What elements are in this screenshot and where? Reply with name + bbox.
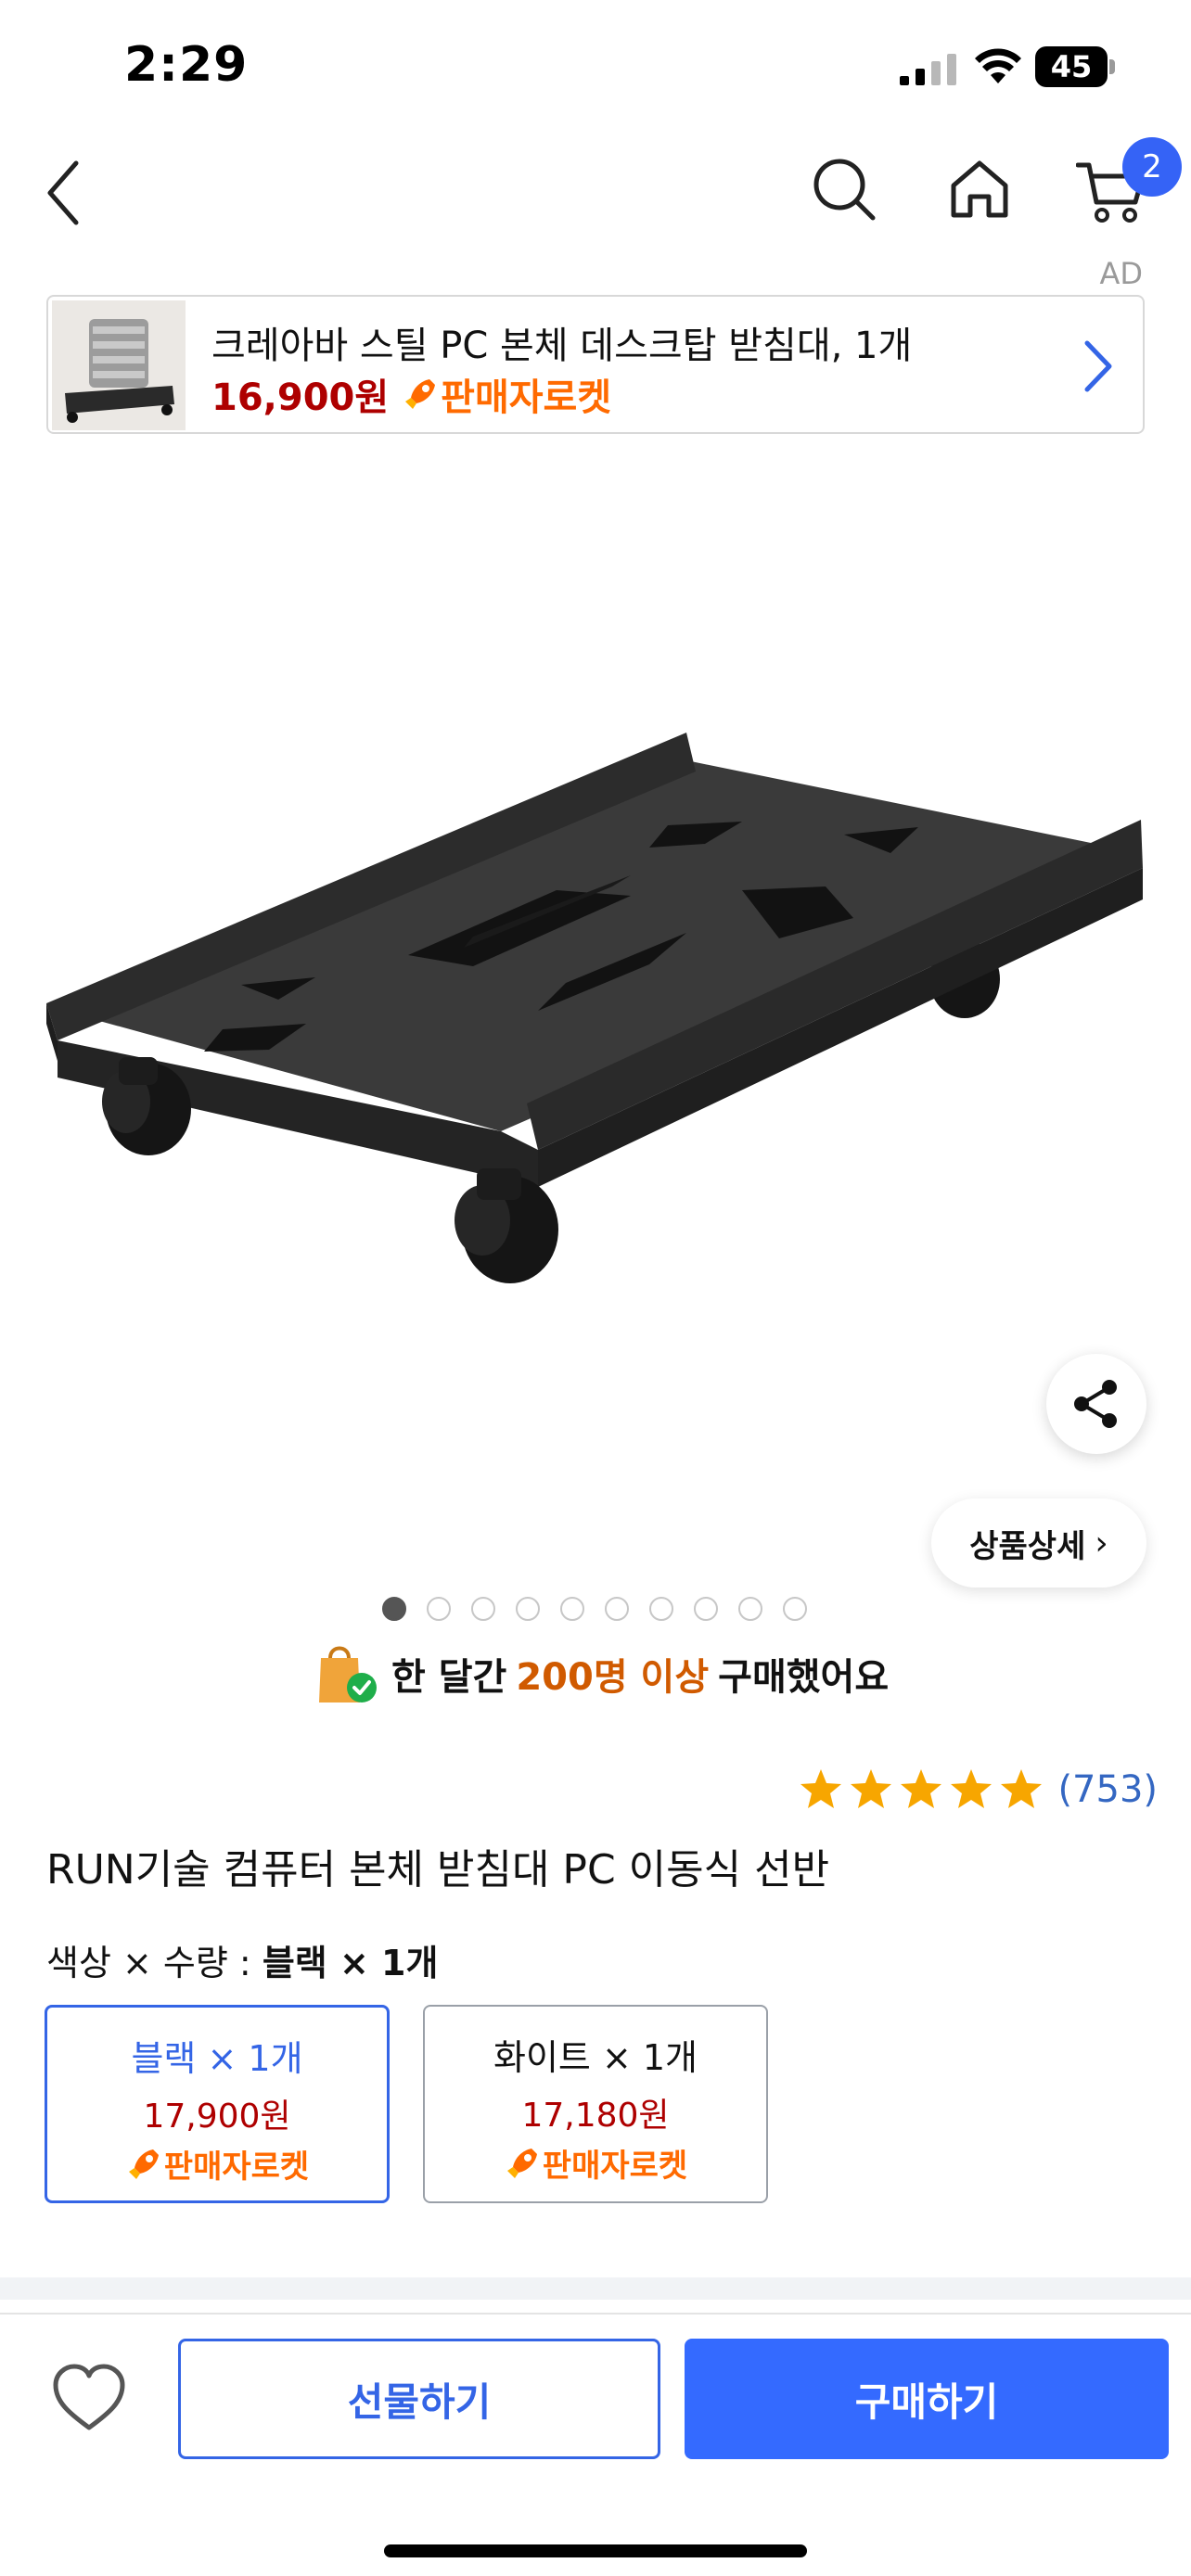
home-icon[interactable]: [946, 156, 1013, 223]
product-detail-label: 상품상세: [969, 1527, 1086, 1565]
option-summary-value: 블랙 × 1개: [262, 1943, 439, 1983]
rocket-icon: [405, 379, 436, 409]
chevron-right-icon: [1084, 340, 1112, 392]
option-name: 화이트 × 1개: [493, 2037, 698, 2078]
option-rocket-badge: 판매자로켓: [425, 2140, 766, 2186]
star-icon: [800, 1769, 842, 1808]
purchase-suffix: 구매했어요: [718, 1656, 890, 1699]
section-divider: [0, 2277, 1191, 2300]
star-icon: [951, 1769, 992, 1808]
buy-button[interactable]: 구매하기: [685, 2339, 1169, 2459]
review-count[interactable]: (753): [1057, 1768, 1158, 1811]
option-rocket-label: 판매자로켓: [163, 2149, 310, 2186]
bottom-action-bar: 선물하기 구매하기: [0, 2313, 1191, 2576]
wifi-icon: [975, 48, 1021, 83]
option-summary-label: 색상 × 수량 :: [46, 1943, 251, 1983]
shopping-bag-icon: [319, 1646, 377, 1702]
cellular-signal-icon: [900, 54, 956, 85]
status-bar: 2:29 45: [0, 0, 1191, 130]
option-card-black[interactable]: 블랙 × 1개 17,900원 판매자로켓: [45, 2005, 390, 2203]
pagination-dot[interactable]: [382, 1597, 406, 1621]
rocket-icon: [506, 2148, 537, 2178]
top-nav: [0, 130, 1191, 250]
ad-label: AD: [1099, 256, 1143, 291]
chevron-right-icon: ›: [1095, 1524, 1108, 1562]
pagination-dot[interactable]: [516, 1597, 540, 1621]
purchase-prefix: 한 달간: [391, 1656, 507, 1699]
option-price: 17,900원: [143, 2098, 291, 2136]
rating-summary[interactable]: (753): [798, 1766, 1158, 1814]
ad-product-thumbnail: [52, 300, 186, 430]
cart-count-badge: 2: [1122, 137, 1182, 197]
pagination-dot[interactable]: [649, 1597, 673, 1621]
purchase-count-banner: 한 달간 200명 이상 구매했어요: [314, 1641, 889, 1706]
ad-banner[interactable]: 크레아바 스틸 PC 본체 데스크탑 받침대, 1개 16,900원 판매자로켓: [46, 295, 1145, 434]
home-indicator: [384, 2544, 807, 2557]
option-name: 블랙 × 1개: [131, 2038, 303, 2079]
product-detail-button[interactable]: 상품상세 ›: [931, 1498, 1146, 1588]
ad-rocket-label: 판매자로켓: [441, 376, 612, 419]
pagination-dot[interactable]: [471, 1597, 495, 1621]
star-rating: [798, 1766, 1044, 1813]
option-price: 17,180원: [521, 2097, 670, 2135]
ad-price-row: 16,900원 판매자로켓: [211, 367, 611, 421]
option-rocket-badge: 판매자로켓: [47, 2141, 387, 2187]
option-rocket-label: 판매자로켓: [542, 2148, 688, 2185]
star-icon: [1001, 1769, 1043, 1808]
battery-icon: 45: [1035, 46, 1115, 87]
pagination-dot[interactable]: [427, 1597, 451, 1621]
rocket-icon: [128, 2149, 159, 2179]
share-icon: [1074, 1380, 1117, 1428]
option-summary: 색상 × 수량 : 블랙 × 1개: [46, 1934, 438, 1985]
pagination-dot[interactable]: [738, 1597, 762, 1621]
share-button[interactable]: [1046, 1354, 1146, 1454]
option-card-white[interactable]: 화이트 × 1개 17,180원 판매자로켓: [423, 2005, 768, 2203]
ad-title: 크레아바 스틸 PC 본체 데스크탑 받침대, 1개: [211, 325, 913, 367]
pagination-dot[interactable]: [694, 1597, 718, 1621]
star-icon: [851, 1769, 892, 1808]
pagination-dot[interactable]: [783, 1597, 807, 1621]
status-time: 2:29: [124, 37, 249, 93]
ad-price: 16,900원: [211, 376, 390, 419]
product-title: RUN기술 컴퓨터 본체 받침대 PC 이동식 선반: [46, 1846, 830, 1894]
purchase-highlight: 200명 이상: [516, 1656, 710, 1699]
wishlist-heart-icon[interactable]: [50, 2361, 128, 2435]
product-image[interactable]: [37, 705, 1150, 1354]
pagination-dot[interactable]: [605, 1597, 629, 1621]
image-pagination-dots: [382, 1597, 807, 1623]
star-icon: [901, 1769, 942, 1808]
back-arrow-icon[interactable]: [41, 158, 87, 228]
search-icon[interactable]: [811, 156, 877, 223]
pagination-dot[interactable]: [560, 1597, 584, 1621]
battery-level: 45: [1035, 46, 1108, 87]
gift-button[interactable]: 선물하기: [178, 2339, 660, 2459]
